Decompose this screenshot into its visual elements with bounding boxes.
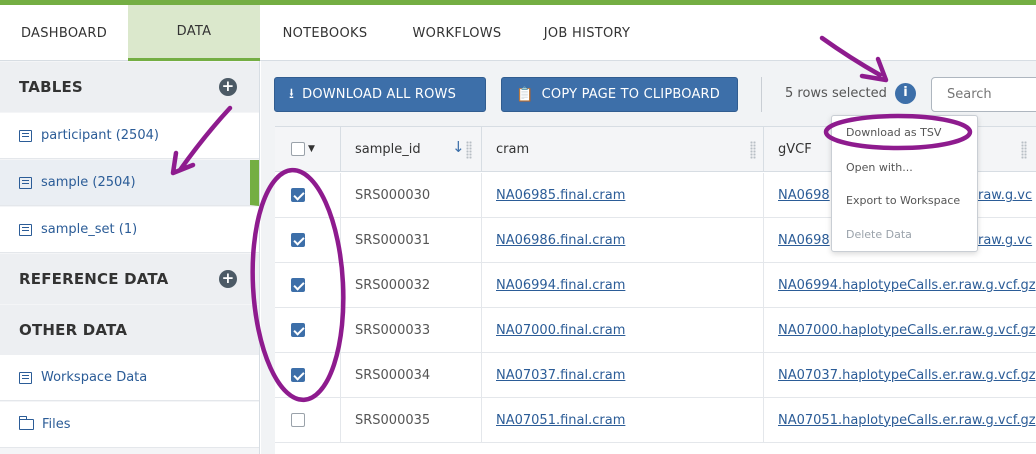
- download-options-menu: Download as TSV Open with... Export to W…: [831, 115, 978, 252]
- sidebar-item-label: participant (2504): [41, 128, 159, 143]
- sidebar-item-label: sample (2504): [41, 175, 136, 190]
- other-header-label: OTHER DATA: [19, 321, 128, 339]
- table-icon: [19, 129, 32, 142]
- row-select-cell[interactable]: [275, 398, 341, 443]
- column-resize-handle[interactable]: [750, 141, 756, 159]
- sidebar-item-label: Files: [42, 417, 71, 432]
- row-checkbox[interactable]: [291, 368, 305, 382]
- cell-cram-link[interactable]: NA06994.final.cram: [482, 263, 764, 308]
- search-input[interactable]: [931, 77, 1036, 112]
- menu-item-open-with[interactable]: Open with...: [846, 161, 913, 174]
- cell-cram-link[interactable]: NA07037.final.cram: [482, 353, 764, 398]
- download-all-label: DOWNLOAD ALL ROWS: [302, 87, 457, 102]
- cell-cram-link[interactable]: NA07051.final.cram: [482, 398, 764, 443]
- row-select-cell[interactable]: [275, 218, 341, 263]
- cell-sample-id: SRS000032: [341, 263, 482, 308]
- row-checkbox[interactable]: [291, 278, 305, 292]
- sidebar-item-sample-set[interactable]: sample_set (1): [0, 207, 259, 253]
- sidebar-item-sample[interactable]: sample (2504): [0, 160, 259, 206]
- sidebar-item-label: Workspace Data: [41, 370, 148, 385]
- download-all-rows-button[interactable]: ⭳ DOWNLOAD ALL ROWS: [274, 77, 486, 112]
- chevron-down-icon[interactable]: ▼: [308, 144, 315, 154]
- menu-item-delete-data: Delete Data: [846, 228, 912, 241]
- download-icon: ⭳: [289, 85, 295, 102]
- cell-gvcf-visible-tail[interactable]: raw.g.vc: [978, 173, 1036, 218]
- column-resize-handle[interactable]: [1021, 141, 1027, 159]
- sort-arrow-icon[interactable]: ↓: [452, 138, 465, 156]
- copy-page-button[interactable]: 📋 COPY PAGE TO CLIPBOARD: [501, 77, 738, 112]
- clipboard-icon: 📋: [516, 86, 534, 103]
- column-header-label: cram: [496, 141, 530, 157]
- cell-sample-id: SRS000031: [341, 218, 482, 263]
- menu-item-download-tsv[interactable]: Download as TSV: [846, 126, 941, 139]
- cell-cram-link[interactable]: NA07000.final.cram: [482, 308, 764, 353]
- table-icon: [19, 371, 32, 384]
- select-all-checkbox[interactable]: [291, 142, 305, 156]
- cell-gvcf-link[interactable]: NA07051.haplotypeCalls.er.raw.g.vcf.gz: [764, 398, 1036, 443]
- row-checkbox[interactable]: [291, 323, 305, 337]
- tab-data[interactable]: DATA: [128, 5, 260, 61]
- row-select-cell[interactable]: [275, 263, 341, 308]
- toolbar-divider: [761, 77, 762, 112]
- row-select-cell[interactable]: [275, 173, 341, 218]
- cell-sample-id: SRS000034: [341, 353, 482, 398]
- menu-item-export-workspace[interactable]: Export to Workspace: [846, 194, 960, 207]
- cell-sample-id: SRS000030: [341, 173, 482, 218]
- cell-sample-id: SRS000035: [341, 398, 482, 443]
- cell-gvcf-link[interactable]: NA07037.haplotypeCalls.er.raw.g.vcf.gz: [764, 353, 1036, 398]
- column-header-label: sample_id: [355, 141, 421, 157]
- row-checkbox[interactable]: [291, 233, 305, 247]
- tab-workflows[interactable]: WORKFLOWS: [398, 5, 516, 61]
- tab-dashboard[interactable]: DASHBOARD: [0, 5, 128, 61]
- cell-gvcf-link[interactable]: NA07000.haplotypeCalls.er.raw.g.vcf.gz: [764, 308, 1036, 353]
- folder-icon: [18, 416, 34, 430]
- tables-header-label: TABLES: [19, 78, 83, 96]
- other-data-section-header: OTHER DATA: [0, 305, 259, 355]
- plus-circle-icon[interactable]: +: [219, 270, 237, 288]
- column-header-label: gVCF: [778, 141, 812, 157]
- column-header-sample-id[interactable]: sample_id ↓: [341, 127, 482, 172]
- sidebar: TABLES + participant (2504) sample (2504…: [0, 61, 260, 454]
- info-icon[interactable]: i: [895, 83, 916, 104]
- cell-cram-link[interactable]: NA06986.final.cram: [482, 218, 764, 263]
- rows-selected-text: 5 rows selected: [785, 86, 887, 101]
- cell-cram-link[interactable]: NA06985.final.cram: [482, 173, 764, 218]
- sidebar-item-label: sample_set (1): [41, 222, 138, 237]
- column-resize-handle[interactable]: [466, 141, 472, 159]
- plus-circle-icon[interactable]: +: [219, 78, 237, 96]
- row-select-cell[interactable]: [275, 308, 341, 353]
- reference-header-label: REFERENCE DATA: [19, 270, 169, 288]
- cell-gvcf-visible-tail[interactable]: raw.g.vc: [978, 218, 1036, 263]
- cell-sample-id: SRS000033: [341, 308, 482, 353]
- sidebar-item-workspace-data[interactable]: Workspace Data: [0, 355, 259, 401]
- table-icon: [19, 223, 32, 236]
- copy-page-label: COPY PAGE TO CLIPBOARD: [541, 87, 720, 102]
- row-select-cell[interactable]: [275, 353, 341, 398]
- reference-data-section-header: REFERENCE DATA +: [0, 254, 259, 304]
- sidebar-item-participant[interactable]: participant (2504): [0, 113, 259, 159]
- row-checkbox[interactable]: [291, 413, 305, 427]
- select-all-header[interactable]: ▼: [275, 127, 341, 172]
- cell-gvcf-link[interactable]: NA06994.haplotypeCalls.er.raw.g.vcf.gz: [764, 263, 1036, 308]
- tab-bar: DASHBOARD DATA NOTEBOOKS WORKFLOWS JOB H…: [0, 5, 1036, 61]
- column-header-cram[interactable]: cram: [482, 127, 764, 172]
- sidebar-item-files[interactable]: Files: [0, 402, 259, 448]
- tab-notebooks[interactable]: NOTEBOOKS: [266, 5, 384, 61]
- tab-job-history[interactable]: JOB HISTORY: [528, 5, 646, 61]
- tables-section-header: TABLES +: [0, 62, 259, 112]
- table-icon: [19, 176, 32, 189]
- row-checkbox[interactable]: [291, 188, 305, 202]
